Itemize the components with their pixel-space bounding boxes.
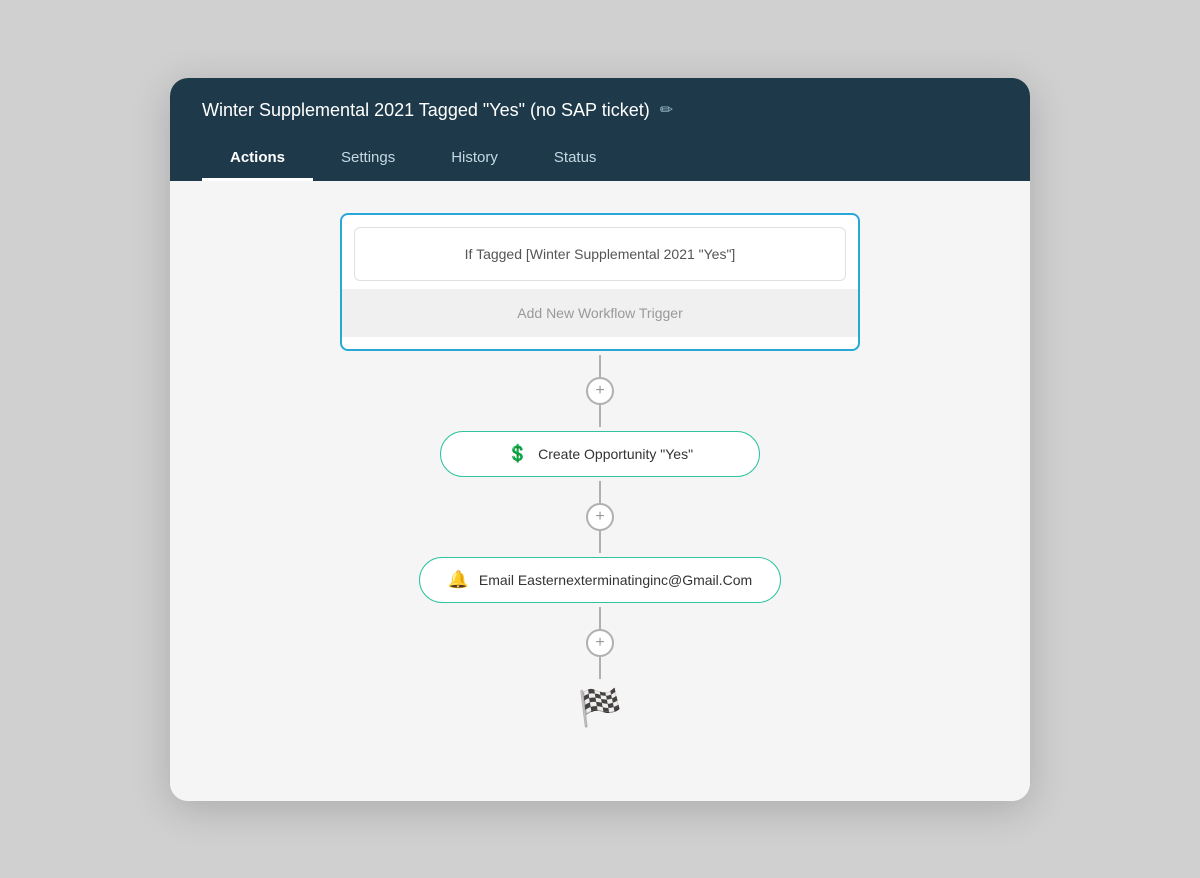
add-trigger-button[interactable]: Add New Workflow Trigger (342, 289, 858, 337)
opportunity-icon: 💲 (507, 444, 528, 464)
add-step-button-1[interactable]: + (586, 377, 614, 405)
connector-line-2 (599, 481, 601, 503)
connector-line-1 (599, 355, 601, 377)
tabs-container: Actions Settings History Status (202, 139, 998, 181)
finish-flag: 🏁 (578, 687, 623, 729)
action-node-create-opportunity[interactable]: 💲 Create Opportunity "Yes" (440, 431, 760, 477)
tab-history[interactable]: History (423, 139, 526, 181)
tab-settings[interactable]: Settings (313, 139, 423, 181)
main-card: Winter Supplemental 2021 Tagged "Yes" (n… (170, 78, 1030, 801)
action-label-email: Email Easternexterminatinginc@Gmail.Com (479, 572, 752, 588)
connector-3: + (586, 607, 614, 679)
card-title: Winter Supplemental 2021 Tagged "Yes" (n… (202, 100, 650, 121)
connector-line-1b (599, 405, 601, 427)
connector-1: + (586, 355, 614, 427)
action-label-create-opportunity: Create Opportunity "Yes" (538, 446, 693, 462)
connector-2: + (586, 481, 614, 553)
add-step-button-3[interactable]: + (586, 629, 614, 657)
connector-line-3b (599, 657, 601, 679)
action-node-email[interactable]: 🔔 Email Easternexterminatinginc@Gmail.Co… (419, 557, 781, 603)
card-body: If Tagged [Winter Supplemental 2021 "Yes… (170, 181, 1030, 801)
trigger-condition[interactable]: If Tagged [Winter Supplemental 2021 "Yes… (354, 227, 846, 281)
connector-line-2b (599, 531, 601, 553)
email-icon: 🔔 (448, 570, 469, 590)
screen-wrapper: Winter Supplemental 2021 Tagged "Yes" (n… (0, 0, 1200, 878)
tab-actions[interactable]: Actions (202, 139, 313, 181)
title-row: Winter Supplemental 2021 Tagged "Yes" (n… (202, 100, 998, 121)
connector-line-3 (599, 607, 601, 629)
edit-icon[interactable]: ✏ (660, 100, 673, 120)
tab-status[interactable]: Status (526, 139, 625, 181)
card-header: Winter Supplemental 2021 Tagged "Yes" (n… (170, 78, 1030, 181)
add-step-button-2[interactable]: + (586, 503, 614, 531)
trigger-box: If Tagged [Winter Supplemental 2021 "Yes… (340, 213, 860, 351)
